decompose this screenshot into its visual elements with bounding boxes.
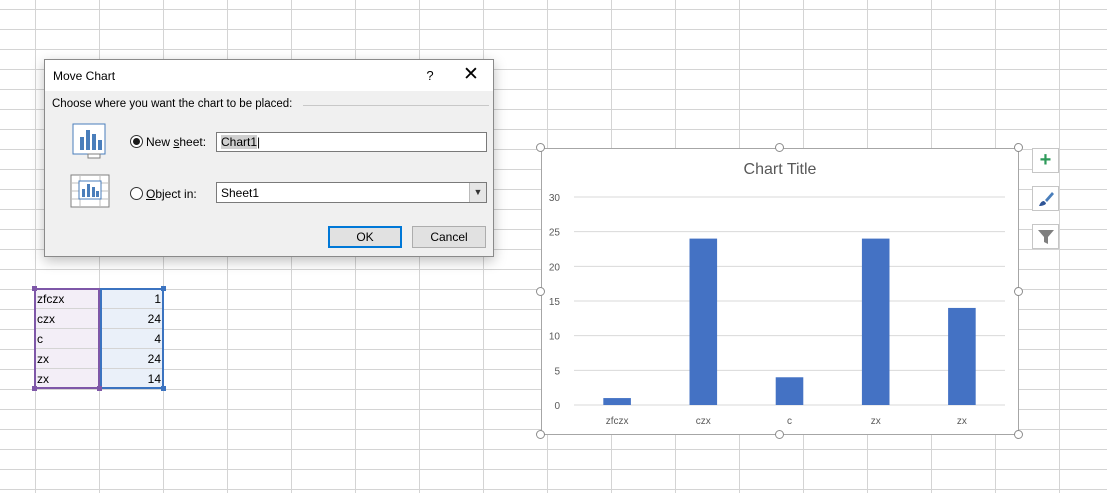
ok-button[interactable]: OK <box>328 226 402 248</box>
help-button[interactable]: ? <box>419 60 441 91</box>
y-tick-label: 20 <box>549 262 561 273</box>
object-in-label[interactable]: Object in: <box>146 187 197 201</box>
x-tick-label: zx <box>957 416 967 427</box>
category-range-border <box>34 288 100 389</box>
bar[interactable] <box>689 238 718 405</box>
divider <box>303 105 489 106</box>
new-sheet-name-input[interactable]: Chart1| <box>216 132 487 152</box>
resize-handle[interactable] <box>536 430 545 439</box>
y-tick-label: 15 <box>549 297 561 308</box>
x-tick-label: c <box>787 416 792 427</box>
resize-handle[interactable] <box>775 430 784 439</box>
cancel-button[interactable]: Cancel <box>412 226 486 248</box>
y-tick-label: 5 <box>554 366 560 377</box>
chevron-down-icon[interactable]: ▼ <box>469 183 486 202</box>
y-tick-label: 0 <box>554 401 560 412</box>
plus-icon: + <box>1039 149 1052 171</box>
filter-icon <box>1037 230 1054 244</box>
value-range-border <box>100 288 164 389</box>
x-tick-label: zx <box>871 416 881 427</box>
y-tick-label: 10 <box>549 332 561 343</box>
x-tick-label: czx <box>696 416 711 427</box>
bar[interactable] <box>775 377 804 405</box>
bar[interactable] <box>861 238 890 405</box>
dialog-titlebar[interactable]: Move Chart ? ✕ <box>45 60 493 91</box>
close-button[interactable]: ✕ <box>456 60 486 91</box>
y-tick-label: 25 <box>549 228 561 239</box>
bar-chart: 051015202530zfczx czx c zx zx <box>549 193 1005 427</box>
chart-area[interactable]: Chart Title 0 5 10 15 20 25 30 zfczx czx c zx zx <box>541 148 1019 435</box>
resize-handle[interactable] <box>1014 287 1023 296</box>
chart-styles-button[interactable] <box>1032 186 1059 211</box>
move-chart-dialog: Move Chart ? ✕ Choose where you want the… <box>44 59 494 257</box>
dialog-prompt: Choose where you want the chart to be pl… <box>52 98 293 110</box>
range-handle[interactable] <box>97 386 102 391</box>
range-handle[interactable] <box>32 386 37 391</box>
x-tick-label: zfczx <box>606 416 629 427</box>
new-sheet-label[interactable]: New sheet: <box>146 135 206 149</box>
new-sheet-radio[interactable] <box>130 135 143 148</box>
object-in-select[interactable]: Sheet1 ▼ <box>216 182 487 203</box>
chart-filters-button[interactable] <box>1032 224 1059 249</box>
y-tick-label: 30 <box>549 193 561 204</box>
object-in-radio[interactable] <box>130 187 143 200</box>
dialog-title: Move Chart <box>53 69 116 83</box>
resize-handle[interactable] <box>536 287 545 296</box>
object-in-sheet-icon <box>70 174 110 208</box>
resize-handle[interactable] <box>1014 143 1023 152</box>
range-handle[interactable] <box>161 286 166 291</box>
range-handle[interactable] <box>32 286 37 291</box>
brush-icon <box>1038 192 1054 206</box>
bar[interactable] <box>603 398 631 405</box>
range-handle[interactable] <box>161 386 166 391</box>
resize-handle[interactable] <box>536 143 545 152</box>
bar[interactable] <box>948 307 976 405</box>
resize-handle[interactable] <box>1014 430 1023 439</box>
new-sheet-chart-icon <box>72 123 106 159</box>
chart-elements-button[interactable]: + <box>1032 148 1059 173</box>
resize-handle[interactable] <box>775 143 784 152</box>
